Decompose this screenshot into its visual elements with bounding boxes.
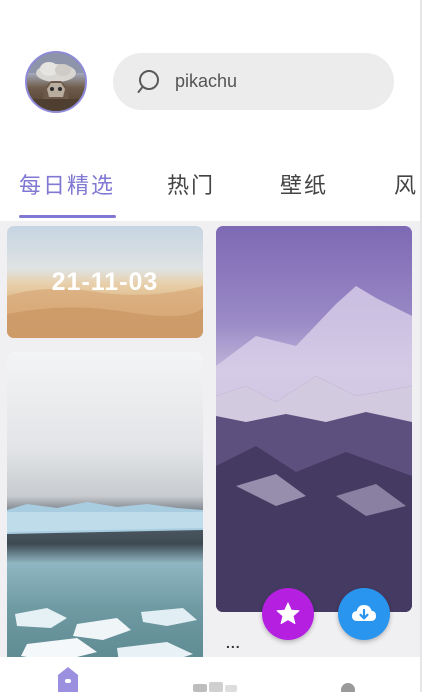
tab-daily-picks[interactable]: 每日精选 [19,168,115,200]
tab-wallpaper[interactable]: 壁纸 [280,168,328,200]
gallery-icon[interactable] [193,682,237,692]
avatar-image [27,53,85,111]
date-label: 21-11-03 [51,268,159,296]
tab-indicator [19,215,116,218]
star-icon [276,602,300,625]
profile-icon[interactable] [339,681,357,692]
favorite-button[interactable] [262,588,314,640]
image-card-desert[interactable]: 21-11-03 [7,226,203,338]
search-input[interactable] [175,53,375,110]
mountain-image [216,286,412,612]
search-bar[interactable] [113,53,394,110]
tab-popular[interactable]: 热门 [167,168,215,200]
download-button[interactable] [338,588,390,640]
image-card-mountain[interactable] [216,226,412,612]
image-card-glacier[interactable] [7,352,203,657]
bottom-navigation [0,657,420,692]
tab-scenery[interactable]: 风 [394,168,418,200]
glacier-image [7,502,203,657]
cloud-download-icon [352,605,376,621]
search-icon [137,70,159,93]
home-icon[interactable] [55,665,81,692]
avatar[interactable] [25,51,87,113]
more-indicator[interactable]: ... [226,635,241,651]
